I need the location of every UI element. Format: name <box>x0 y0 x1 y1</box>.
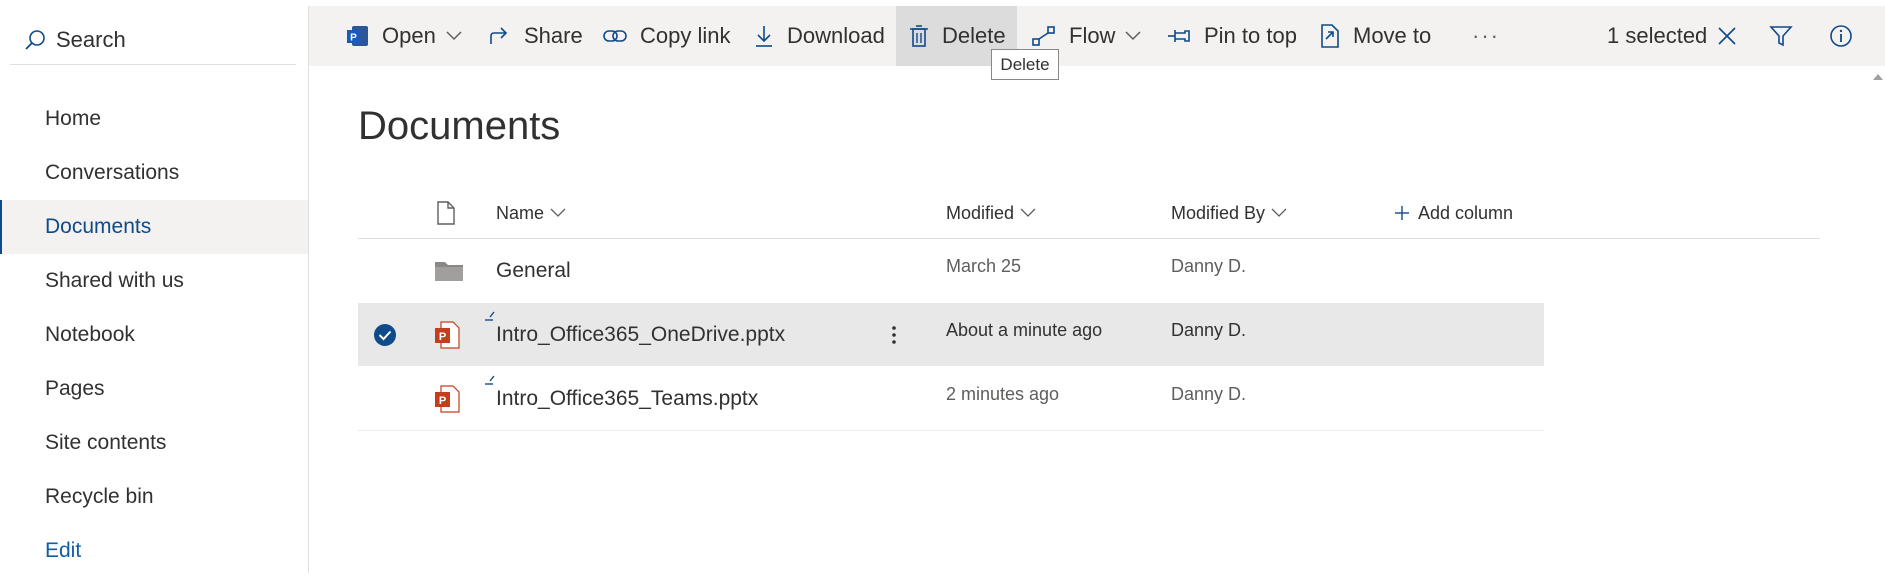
pin-to-top-button[interactable]: Pin to top <box>1166 6 1297 66</box>
table-row[interactable]: P Intro_Office365_OneDrive.pptx About a … <box>358 303 1544 366</box>
filter-button[interactable] <box>1765 6 1809 66</box>
command-bar: P Open Share Copy link Download Delete F… <box>309 6 1885 66</box>
close-icon <box>1718 27 1736 45</box>
open-in-app-icon: P <box>347 26 368 46</box>
share-label: Share <box>524 23 583 48</box>
modified-by[interactable]: Danny D. <box>1171 363 1246 426</box>
chevron-down-icon <box>550 208 566 217</box>
share-button[interactable]: Share <box>488 6 583 66</box>
nav-item-label: Home <box>45 107 102 130</box>
nav-item-recycle-bin[interactable]: Recycle bin <box>0 470 308 524</box>
more-actions-button[interactable]: ··· <box>1461 6 1511 66</box>
pin-icon <box>1168 30 1190 42</box>
add-column-button[interactable]: Add column <box>1394 190 1513 236</box>
scroll-up-arrow[interactable] <box>1873 74 1883 80</box>
row-divider <box>358 430 1544 431</box>
checkmark-icon <box>374 323 396 346</box>
table-row[interactable]: P Intro_Office365_Teams.pptx 2 minutes a… <box>358 367 1544 430</box>
delete-tooltip: Delete <box>991 49 1059 80</box>
nav-edit-link[interactable]: Edit <box>0 524 308 578</box>
modified-date: March 25 <box>946 256 1022 276</box>
nav-edit-label: Edit <box>45 539 82 562</box>
download-icon <box>756 26 772 47</box>
row-more-button[interactable] <box>882 303 906 366</box>
modified-column-header[interactable]: Modified <box>946 190 1036 236</box>
move-to-label: Move to <box>1353 23 1432 48</box>
nav-item-label: Notebook <box>45 323 135 346</box>
move-to-button[interactable]: Move to <box>1319 6 1431 66</box>
open-button[interactable]: P Open <box>346 6 474 66</box>
share-icon <box>490 27 508 44</box>
svg-text:P: P <box>350 33 357 44</box>
nav-item-label: Conversations <box>45 161 180 184</box>
name-column-label: Name <box>496 202 545 223</box>
clear-selection-button[interactable] <box>1715 6 1751 66</box>
info-button[interactable] <box>1825 6 1869 66</box>
chevron-down-icon <box>446 31 462 41</box>
chevron-down-icon <box>1020 208 1036 217</box>
svg-text:P: P <box>439 395 446 407</box>
modified-by[interactable]: Danny D. <box>1171 299 1246 362</box>
modified-date: About a minute ago <box>946 320 1103 340</box>
open-label: Open <box>382 23 436 48</box>
row-more-icon <box>892 325 896 344</box>
file-name-link[interactable]: Intro_Office365_OneDrive.pptx <box>496 303 785 366</box>
search-icon <box>25 30 45 50</box>
file-type-column-header[interactable] <box>436 190 466 236</box>
powerpoint-icon: P <box>434 303 460 366</box>
delete-label: Delete <box>942 23 1006 48</box>
left-navigation: Search Home Conversations Documents Shar… <box>0 6 309 573</box>
nav-item-home[interactable]: Home <box>0 92 308 146</box>
nav-item-site-contents[interactable]: Site contents <box>0 416 308 470</box>
modified-date: 2 minutes ago <box>946 384 1060 404</box>
chevron-down-icon <box>1271 208 1287 217</box>
download-button[interactable]: Download <box>753 6 885 66</box>
page-title: Documents <box>358 104 561 148</box>
nav-item-label: Pages <box>45 377 105 400</box>
selection-status: 1 selected <box>1607 6 1707 66</box>
nav-item-shared-with-us[interactable]: Shared with us <box>0 254 308 308</box>
modified-by[interactable]: Danny D. <box>1171 235 1246 298</box>
name-column-header[interactable]: Name <box>496 190 566 236</box>
nav-item-documents[interactable]: Documents <box>0 200 308 254</box>
file-name-link[interactable]: General <box>496 239 571 302</box>
nav-item-label: Documents <box>45 215 152 238</box>
move-to-icon <box>1321 24 1339 48</box>
nav-item-conversations[interactable]: Conversations <box>0 146 308 200</box>
modified-column-label: Modified <box>946 202 1015 223</box>
flow-label: Flow <box>1069 23 1116 48</box>
pin-to-top-label: Pin to top <box>1204 23 1297 48</box>
flow-icon <box>1032 26 1055 46</box>
selected-count: 1 selected <box>1607 23 1708 48</box>
more-icon: ··· <box>1472 23 1500 48</box>
modified-by-column-header[interactable]: Modified By <box>1171 190 1287 236</box>
search-placeholder: Search <box>56 27 126 52</box>
delete-icon <box>910 25 928 47</box>
link-icon <box>603 30 627 42</box>
modified-by-column-label: Modified By <box>1171 202 1266 223</box>
copy-link-label: Copy link <box>640 23 731 48</box>
svg-text:P: P <box>439 331 446 343</box>
nav-item-label: Shared with us <box>45 269 184 292</box>
table-row[interactable]: General March 25 Danny D. <box>358 239 1544 302</box>
file-name-link[interactable]: Intro_Office365_Teams.pptx <box>496 367 758 430</box>
add-column-label: Add column <box>1418 202 1514 223</box>
copy-link-button[interactable]: Copy link <box>602 6 730 66</box>
plus-icon <box>1395 206 1409 220</box>
powerpoint-icon: P <box>434 367 460 430</box>
search-box[interactable]: Search <box>10 16 296 65</box>
nav-item-label: Recycle bin <box>45 485 154 508</box>
download-label: Download <box>787 23 885 48</box>
folder-icon <box>434 239 464 302</box>
filter-icon <box>1769 26 1793 47</box>
info-icon <box>1830 25 1852 47</box>
row-select-checkbox[interactable] <box>373 303 397 366</box>
nav-item-label: Site contents <box>45 431 167 454</box>
chevron-down-icon <box>1125 31 1141 41</box>
nav-item-pages[interactable]: Pages <box>0 362 308 416</box>
document-icon <box>437 201 455 225</box>
nav-item-notebook[interactable]: Notebook <box>0 308 308 362</box>
